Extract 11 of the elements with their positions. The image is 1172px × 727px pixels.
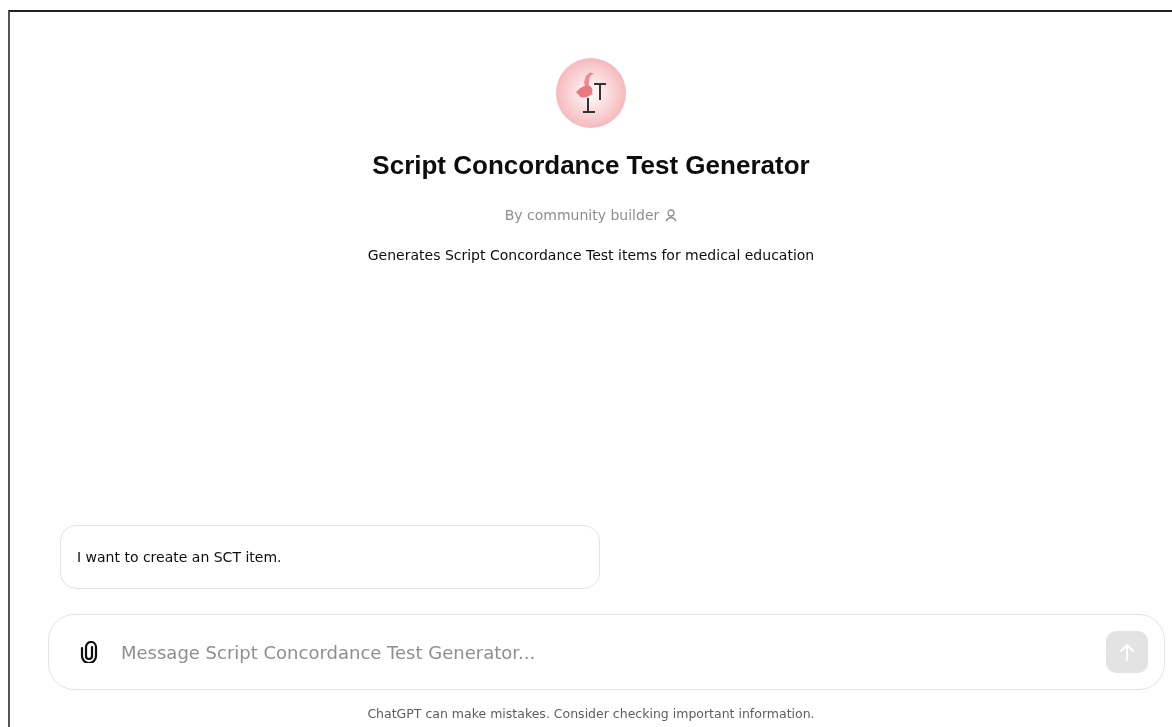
arrow-up-icon xyxy=(1119,643,1135,661)
conversation-starter[interactable]: I want to create an SCT item. xyxy=(60,525,600,589)
message-field[interactable]: Message Script Concordance Test Generator... xyxy=(119,640,1086,664)
paperclip-icon[interactable] xyxy=(79,641,99,663)
gpt-title: Script Concordance Test Generator xyxy=(372,150,810,181)
flamingo-logo xyxy=(556,58,626,128)
gpt-description: Generates Script Concordance Test items for medical education xyxy=(367,247,815,263)
person-icon xyxy=(665,208,678,222)
author-byline: By community builder xyxy=(504,207,660,223)
disclaimer-text: ChatGPT can make mistakes. Consider checking important information. xyxy=(367,706,815,723)
composer-bar[interactable]: Message Script Concordance Test Generator... xyxy=(48,614,1165,690)
